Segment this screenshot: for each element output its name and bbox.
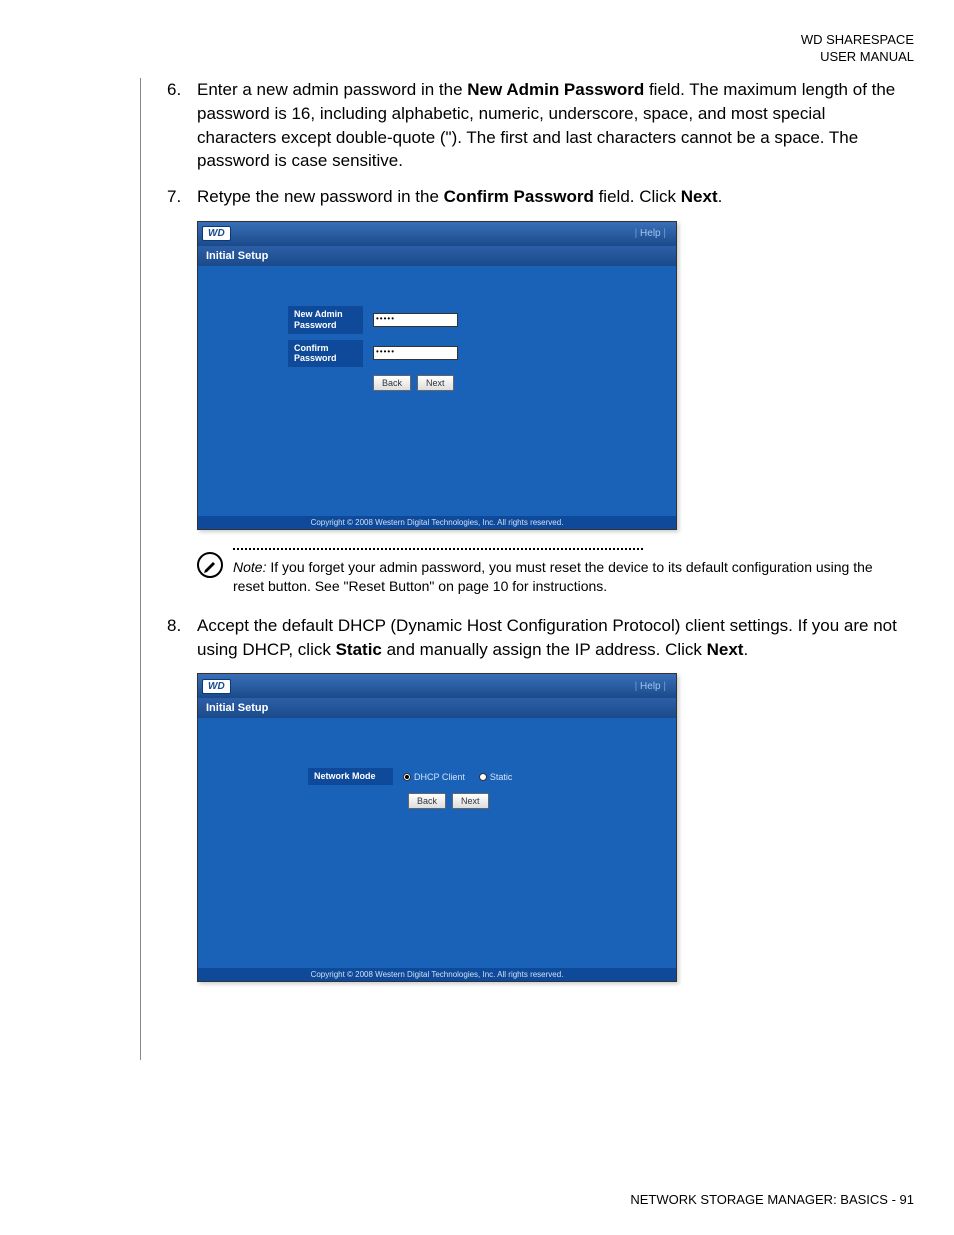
next-button[interactable]: Next [417,375,454,391]
text-bold: New Admin Password [467,80,644,99]
step-number: 6. [167,78,197,173]
screenshot-body: New Admin Password ••••• Confirm Passwor… [198,266,676,516]
note-block: Note: If you forget your admin password,… [197,548,900,596]
step-number: 8. [167,614,197,662]
header-line1: WD SHARESPACE [801,32,914,49]
new-password-input[interactable]: ••••• [373,313,458,327]
radio-static[interactable]: Static [479,772,513,782]
network-mode-options: DHCP Client Static [403,772,512,782]
back-button[interactable]: Back [373,375,411,391]
text-frag: . [718,187,723,206]
step-text: Retype the new password in the Confirm P… [197,185,900,209]
screenshot-body: Network Mode DHCP Client Static Back Nex… [198,718,676,968]
note-body: If you forget your admin password, you m… [233,559,873,594]
form-row-confirm-password: Confirm Password ••••• [198,340,676,368]
text-bold: Confirm Password [444,187,594,206]
screenshot-title: Initial Setup [198,246,676,266]
screenshot-copyright: Copyright © 2008 Western Digital Technol… [198,968,676,981]
button-row: Back Next [198,375,676,391]
text-frag: field. Click [594,187,681,206]
step-6: 6. Enter a new admin password in the New… [167,78,900,173]
page-header: WD SHARESPACE USER MANUAL [801,32,914,66]
form-row-new-password: New Admin Password ••••• [198,306,676,334]
radio-label: DHCP Client [414,772,465,782]
step-number: 7. [167,185,197,209]
step-text: Accept the default DHCP (Dynamic Host Co… [197,614,900,662]
screenshot-header: WD Help [198,674,676,698]
note-prefix: Note: [233,559,266,575]
confirm-password-input[interactable]: ••••• [373,346,458,360]
radio-label: Static [490,772,513,782]
step-8: 8. Accept the default DHCP (Dynamic Host… [167,614,900,662]
wd-logo: WD [202,226,231,241]
text-frag: Enter a new admin password in the [197,80,467,99]
text-frag: and manually assign the IP address. Clic… [382,640,707,659]
note-divider [233,548,643,550]
screenshot-network: WD Help Initial Setup Network Mode DHCP … [197,673,677,982]
step-text: Enter a new admin password in the New Ad… [197,78,900,173]
next-button[interactable]: Next [452,793,489,809]
main-content: 6. Enter a new admin password in the New… [140,78,900,1060]
button-row: Back Next [198,793,676,809]
form-row-network-mode: Network Mode DHCP Client Static [198,768,676,785]
confirm-password-label: Confirm Password [288,340,363,368]
text-frag: . [743,640,748,659]
help-link[interactable]: Help [635,681,666,692]
screenshot-password: WD Help Initial Setup New Admin Password… [197,221,677,530]
step-7: 7. Retype the new password in the Confir… [167,185,900,209]
screenshot-copyright: Copyright © 2008 Western Digital Technol… [198,516,676,529]
help-link[interactable]: Help [635,228,666,239]
page-footer: NETWORK STORAGE MANAGER: BASICS - 91 [630,1192,914,1207]
screenshot-title: Initial Setup [198,698,676,718]
radio-dhcp[interactable]: DHCP Client [403,772,465,782]
text-bold: Next [707,640,744,659]
header-line2: USER MANUAL [801,49,914,66]
network-mode-label: Network Mode [308,768,393,785]
back-button[interactable]: Back [408,793,446,809]
note-text: Note: If you forget your admin password,… [233,558,900,596]
text-frag: Retype the new password in the [197,187,444,206]
note-content: Note: If you forget your admin password,… [233,548,900,596]
text-bold: Next [681,187,718,206]
screenshot-header: WD Help [198,222,676,246]
radio-icon [403,773,411,781]
note-pencil-icon [197,552,223,578]
text-bold: Static [336,640,382,659]
radio-icon [479,773,487,781]
new-password-label: New Admin Password [288,306,363,334]
wd-logo: WD [202,679,231,694]
